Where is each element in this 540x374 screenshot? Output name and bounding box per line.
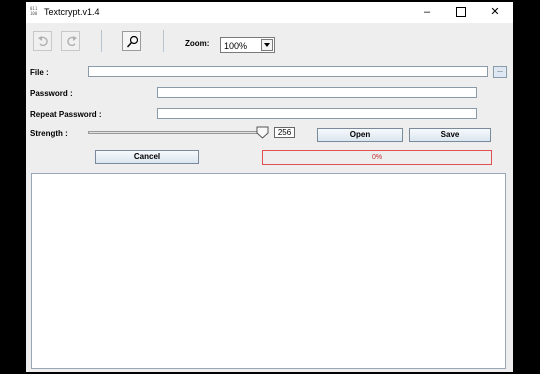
strength-slider-thumb[interactable] [256, 126, 269, 139]
toolbar-separator [163, 30, 164, 52]
password-field[interactable] [157, 87, 477, 98]
app-window: 011 100 Textcrypt.v1.4 – ✕ Zoom: 100% Fi… [26, 2, 513, 372]
open-button[interactable]: Open [317, 128, 403, 142]
undo-icon [38, 36, 48, 47]
magnifier-icon [126, 35, 139, 48]
progress-text: 0% [371, 154, 383, 161]
title-bar: 011 100 Textcrypt.v1.4 – ✕ [26, 2, 513, 23]
file-label: File : [30, 68, 49, 77]
redo-icon [67, 36, 77, 47]
chevron-down-icon[interactable] [261, 39, 273, 51]
repeat-password-field[interactable] [157, 108, 477, 119]
maximize-button[interactable] [444, 2, 478, 23]
redo-button[interactable] [61, 31, 80, 51]
zoom-label: Zoom: [185, 39, 210, 48]
strength-slider-track[interactable] [88, 131, 263, 134]
app-icon: 011 100 [30, 6, 38, 16]
file-field[interactable] [88, 66, 488, 77]
close-button[interactable]: ✕ [478, 2, 512, 23]
maximize-icon [456, 7, 466, 18]
save-button[interactable]: Save [409, 128, 491, 142]
minimize-button[interactable]: – [410, 2, 444, 23]
toolbar-separator [101, 30, 102, 52]
search-button[interactable] [122, 31, 141, 51]
cancel-button[interactable]: Cancel [95, 150, 199, 164]
window-title: Textcrypt.v1.4 [44, 7, 100, 17]
repeat-password-label: Repeat Password : [30, 110, 102, 119]
zoom-value: 100% [224, 41, 248, 51]
password-label: Password : [30, 89, 73, 98]
undo-button[interactable] [33, 31, 52, 51]
browse-button[interactable]: ... [493, 66, 507, 78]
strength-value: 256 [274, 127, 295, 138]
strength-label: Strength : [30, 129, 68, 138]
zoom-select[interactable]: 100% [220, 37, 275, 53]
text-area[interactable] [31, 173, 506, 369]
progress-bar: 0% [262, 150, 492, 165]
